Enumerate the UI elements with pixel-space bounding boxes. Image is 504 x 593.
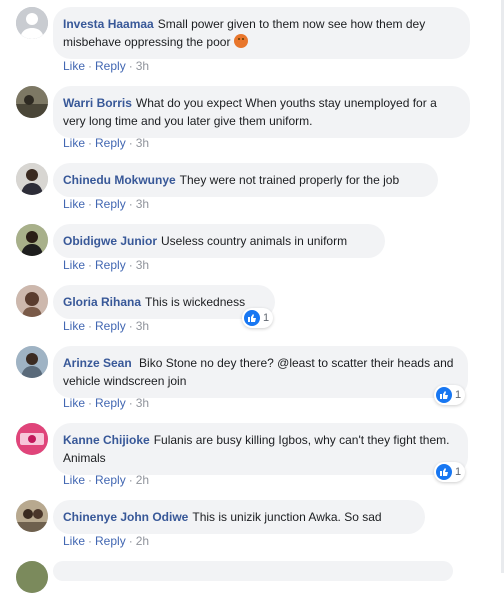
comment-time[interactable]: 3h (136, 197, 149, 211)
comment-author[interactable]: Investa Haamaa (63, 17, 154, 31)
comment-time[interactable]: 3h (136, 258, 149, 272)
comment-author[interactable]: Chinedu Mokwunye (63, 173, 176, 187)
comment-time[interactable]: 3h (136, 136, 149, 150)
comment-actions: Like · Reply · 2h (63, 473, 150, 487)
reply-button[interactable]: Reply (95, 319, 126, 333)
comment-text: This is unizik junction Awka. So sad (192, 510, 382, 524)
comment-actions: Like · Reply · 3h (63, 396, 150, 410)
comment-bubble: Chinedu Mokwunye They were not trained pr… (53, 163, 438, 197)
avatar[interactable] (16, 7, 48, 39)
comment-author[interactable]: Obidigwe Junior (63, 234, 157, 248)
comment-time[interactable]: 2h (136, 534, 149, 548)
reaction-count[interactable]: 1 (434, 462, 466, 482)
comment-actions: Like · Reply · 2h (63, 534, 150, 548)
reaction-number: 1 (455, 466, 462, 478)
thumbs-up-icon (436, 464, 452, 480)
avatar[interactable] (16, 561, 48, 593)
avatar[interactable] (16, 500, 48, 532)
avatar[interactable] (16, 224, 48, 256)
comment-author[interactable]: Gloria Rihana (63, 295, 141, 309)
comment-text: They were not trained properly for the j… (179, 173, 400, 187)
comment-actions: Like · Reply · 3h (63, 319, 150, 333)
comment-author[interactable]: Warri Borris (63, 96, 132, 110)
comment-actions: Like · Reply · 3h (63, 258, 150, 272)
like-button[interactable]: Like (63, 396, 85, 410)
reply-button[interactable]: Reply (95, 136, 126, 150)
like-button[interactable]: Like (63, 59, 85, 73)
reply-button[interactable]: Reply (95, 59, 126, 73)
avatar[interactable] (16, 285, 48, 317)
reply-button[interactable]: Reply (95, 473, 126, 487)
comment-author[interactable]: Kanne Chijioke (63, 433, 150, 447)
like-button[interactable]: Like (63, 473, 85, 487)
comment-actions: Like · Reply · 3h (63, 136, 150, 150)
avatar[interactable] (16, 423, 48, 455)
reaction-number: 1 (455, 389, 462, 401)
comment-author[interactable]: Chinenye John Odiwe (63, 510, 188, 524)
reply-button[interactable]: Reply (95, 534, 126, 548)
reply-button[interactable]: Reply (95, 396, 126, 410)
comment-bubble: Arinze Sean Biko Stone no dey there? @le… (53, 346, 468, 398)
avatar[interactable] (16, 346, 48, 378)
like-button[interactable]: Like (63, 136, 85, 150)
comment-bubble: Investa Haamaa Small power given to them … (53, 7, 470, 59)
comment-bubble: Warri Borris What do you expect When yout… (53, 86, 470, 138)
thumbs-up-icon (244, 310, 260, 326)
reaction-count[interactable]: 1 (242, 308, 274, 328)
reply-button[interactable]: Reply (95, 197, 126, 211)
reply-button[interactable]: Reply (95, 258, 126, 272)
like-button[interactable]: Like (63, 197, 85, 211)
comment-actions: Like · Reply · 3h (63, 197, 150, 211)
avatar[interactable] (16, 163, 48, 195)
comment-bubble (53, 561, 453, 581)
like-button[interactable]: Like (63, 319, 85, 333)
reaction-count[interactable]: 1 (434, 385, 466, 405)
like-button[interactable]: Like (63, 534, 85, 548)
comment-bubble: Chinenye John Odiwe This is unizik juncti… (53, 500, 425, 534)
comment-time[interactable]: 2h (136, 473, 149, 487)
comment-time[interactable]: 3h (136, 59, 149, 73)
comment-author[interactable]: Arinze Sean (63, 356, 132, 370)
comment-bubble: Obidigwe Junior Useless country animals i… (53, 224, 385, 258)
comment-text: This is wickedness (145, 295, 246, 309)
comment-time[interactable]: 3h (136, 396, 149, 410)
comments-feed: Investa Haamaa Small power given to them … (0, 0, 504, 593)
reaction-number: 1 (263, 312, 270, 324)
comment-bubble: Kanne Chijioke Fulanis are busy killing I… (53, 423, 468, 475)
comment-text: Useless country animals in uniform (161, 234, 348, 248)
comment-time[interactable]: 3h (136, 319, 149, 333)
thumbs-up-icon (436, 387, 452, 403)
comment-actions: Like · Reply · 3h (63, 59, 150, 73)
like-button[interactable]: Like (63, 258, 85, 272)
angry-face-emoji-icon (233, 34, 248, 48)
avatar[interactable] (16, 86, 48, 118)
